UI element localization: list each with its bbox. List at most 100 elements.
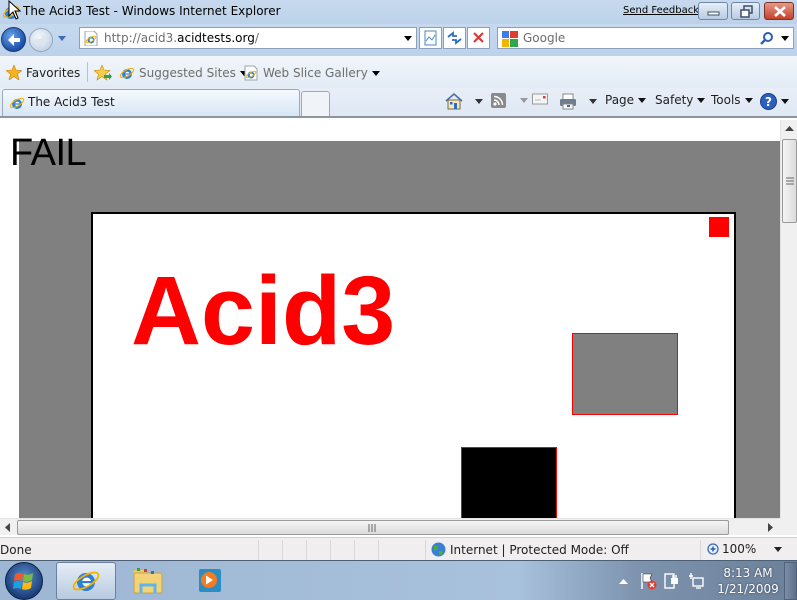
search-dropdown-icon[interactable] bbox=[781, 36, 789, 41]
zoom-dropdown-icon[interactable] bbox=[774, 546, 783, 552]
print-dropdown-icon[interactable] bbox=[589, 99, 597, 104]
compatibility-view-button[interactable] bbox=[419, 27, 442, 49]
minimize-button[interactable] bbox=[698, 2, 728, 20]
show-desktop-button[interactable] bbox=[784, 562, 797, 600]
suggested-sites-link[interactable]: Suggested Sites bbox=[119, 65, 248, 81]
ie-icon bbox=[9, 97, 25, 109]
favorites-star-icon bbox=[6, 65, 22, 80]
status-divider bbox=[282, 540, 283, 560]
safety-menu[interactable]: Safety bbox=[655, 93, 706, 107]
address-bar[interactable]: http://acid3.acidtests.org/ bbox=[79, 27, 417, 49]
svg-text:?: ? bbox=[765, 95, 772, 109]
favorites-bar: Favorites Suggested Sites Web Slice Gall… bbox=[0, 56, 797, 88]
home-button[interactable] bbox=[445, 93, 483, 110]
compatibility-view-icon bbox=[424, 30, 437, 46]
status-text: Done bbox=[0, 543, 32, 557]
feeds-dropdown-icon[interactable] bbox=[520, 98, 528, 103]
home-icon bbox=[445, 93, 463, 110]
home-dropdown-icon[interactable] bbox=[475, 99, 483, 104]
restore-button[interactable] bbox=[731, 2, 760, 20]
forward-button[interactable] bbox=[29, 28, 53, 52]
show-hidden-icons[interactable] bbox=[619, 579, 628, 584]
test-result-text: FAIL bbox=[10, 132, 87, 174]
chevron-down-icon bbox=[744, 97, 753, 103]
security-zone[interactable]: Internet | Protected Mode: Off bbox=[431, 542, 629, 557]
start-button[interactable] bbox=[5, 562, 43, 600]
close-icon bbox=[774, 6, 786, 17]
search-placeholder: Google bbox=[523, 31, 566, 45]
horizontal-scrollbar[interactable] bbox=[0, 518, 780, 535]
action-center-icon[interactable] bbox=[640, 572, 658, 590]
page-menu-label: Page bbox=[605, 93, 635, 107]
new-tab-button[interactable] bbox=[301, 91, 330, 116]
help-menu[interactable]: ? bbox=[760, 93, 789, 110]
stop-icon bbox=[473, 32, 484, 43]
zoom-level[interactable]: 100% bbox=[707, 542, 783, 556]
print-button[interactable] bbox=[559, 93, 597, 110]
status-divider bbox=[306, 540, 307, 560]
status-divider bbox=[354, 540, 355, 560]
send-feedback-link[interactable]: Send Feedback bbox=[623, 5, 699, 16]
grip-icon bbox=[786, 177, 794, 185]
back-button[interactable] bbox=[1, 27, 26, 52]
power-icon[interactable] bbox=[664, 572, 680, 590]
status-divider bbox=[700, 540, 701, 560]
media-player-icon bbox=[199, 569, 221, 592]
stop-button[interactable] bbox=[467, 27, 490, 49]
vertical-scrollbar[interactable] bbox=[780, 120, 797, 518]
suggested-sites-label: Suggested Sites bbox=[139, 66, 236, 80]
google-icon bbox=[502, 31, 518, 47]
tab-acid3-test[interactable]: The Acid3 Test bbox=[2, 89, 300, 116]
tools-menu-label: Tools bbox=[711, 93, 741, 107]
search-icon[interactable] bbox=[760, 31, 774, 45]
web-slice-gallery-link[interactable]: Web Slice Gallery bbox=[243, 65, 380, 81]
zoom-icon bbox=[707, 542, 719, 555]
refresh-icon bbox=[447, 31, 462, 45]
clock-date: 1/21/2009 bbox=[717, 582, 779, 596]
tools-menu[interactable]: Tools bbox=[711, 93, 753, 107]
close-button[interactable] bbox=[764, 2, 794, 20]
vertical-scroll-thumb[interactable] bbox=[782, 139, 797, 223]
web-slice-icon bbox=[244, 65, 258, 81]
system-clock[interactable]: 8:13 AM 1/21/2009 bbox=[712, 565, 784, 597]
grip-icon bbox=[368, 524, 376, 532]
favorites-button[interactable]: Favorites bbox=[6, 65, 80, 80]
recent-pages-dropdown-icon[interactable] bbox=[58, 36, 66, 41]
url-prefix: http://acid3. bbox=[104, 31, 178, 45]
taskbar: 8:13 AM 1/21/2009 bbox=[0, 560, 797, 600]
scrollbar-corner bbox=[780, 518, 797, 535]
add-to-favorites-bar-button[interactable] bbox=[94, 65, 112, 81]
tab-row: The Acid3 Test Page Safety Tools ? bbox=[0, 88, 797, 118]
scroll-right-icon[interactable] bbox=[768, 523, 773, 532]
taskbar-media-player[interactable] bbox=[180, 562, 240, 600]
scroll-left-icon[interactable] bbox=[5, 523, 10, 532]
acid3-red-square bbox=[709, 217, 729, 237]
chevron-down-icon bbox=[638, 97, 647, 103]
url-domain: acidtests.org bbox=[177, 31, 255, 45]
taskbar-windows-explorer[interactable] bbox=[118, 562, 178, 600]
search-box[interactable]: Google bbox=[497, 27, 794, 49]
zone-text: Internet | Protected Mode: Off bbox=[450, 542, 629, 557]
minimize-icon bbox=[707, 11, 720, 16]
acid3-grey-rectangle bbox=[572, 333, 678, 415]
ie-icon bbox=[72, 571, 100, 591]
folder-icon bbox=[133, 568, 163, 594]
status-divider bbox=[330, 540, 331, 560]
status-divider bbox=[258, 540, 259, 560]
scroll-up-icon[interactable] bbox=[785, 126, 794, 131]
acid3-heading: Acid3 bbox=[131, 256, 396, 365]
feeds-button[interactable] bbox=[491, 93, 528, 108]
acid3-black-rectangle bbox=[461, 447, 557, 518]
network-icon[interactable] bbox=[688, 572, 704, 590]
favorites-label: Favorites bbox=[26, 65, 81, 80]
clock-time: 8:13 AM bbox=[723, 566, 773, 580]
read-mail-button[interactable] bbox=[532, 93, 548, 105]
taskbar-internet-explorer[interactable] bbox=[56, 562, 116, 600]
url-text[interactable]: http://acid3.acidtests.org/ bbox=[104, 31, 259, 45]
ie-window: The Acid3 Test - Windows Internet Explor… bbox=[0, 0, 797, 561]
address-dropdown-icon[interactable] bbox=[404, 36, 412, 41]
horizontal-scroll-thumb[interactable] bbox=[17, 520, 729, 535]
refresh-button[interactable] bbox=[443, 27, 466, 49]
printer-icon bbox=[560, 93, 576, 110]
page-menu[interactable]: Page bbox=[605, 93, 647, 107]
